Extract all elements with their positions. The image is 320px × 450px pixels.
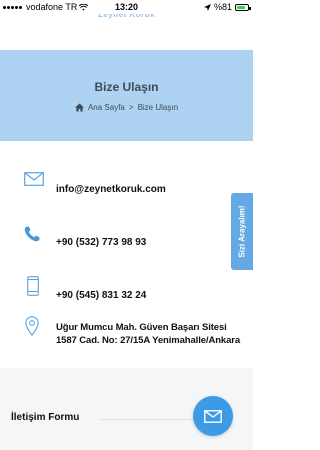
breadcrumb: Ana Sayfa > Bize Ulaşın	[0, 103, 253, 112]
mobile-link[interactable]: +90 (545) 831 32 24	[56, 290, 146, 301]
page-hero: Bize Ulaşın Ana Sayfa > Bize Ulaşın	[0, 50, 253, 141]
status-right: %81	[203, 2, 251, 12]
battery-percent: %81	[213, 2, 232, 12]
home-icon	[74, 103, 84, 112]
page-title: Bize Ulaşın	[94, 80, 159, 94]
address-line-2: 1587 Cad. No: 27/15A Yenimahalle/Ankara	[56, 335, 241, 346]
contact-phone: +90 (532) 773 98 93	[0, 226, 253, 256]
callback-tab-label: Sizi Arayalım!	[237, 205, 247, 258]
map-marker-icon	[25, 316, 39, 336]
contact-address: Uğur Mumcu Mah. Güven Başarı Sitesi 1587…	[0, 316, 253, 356]
mail-icon	[204, 409, 222, 423]
status-bar: vodafone TR 13:20 %81	[0, 0, 253, 14]
envelope-icon	[24, 172, 44, 186]
breadcrumb-home-link[interactable]: Ana Sayfa	[88, 103, 125, 112]
breadcrumb-current: Bize Ulaşın	[137, 103, 179, 112]
address-line-1: Uğur Mumcu Mah. Güven Başarı Sitesi	[56, 322, 227, 333]
divider	[100, 419, 200, 420]
breadcrumb-separator: >	[128, 103, 134, 112]
phone-link[interactable]: +90 (532) 773 98 93	[56, 237, 146, 248]
mobile-phone-icon	[27, 276, 39, 296]
phone-icon	[24, 226, 40, 242]
callback-tab[interactable]: Sizi Arayalım!	[231, 193, 253, 270]
contact-email: info@zeynetkoruk.com	[0, 172, 253, 202]
location-arrow-icon	[203, 3, 211, 11]
battery-level	[237, 5, 246, 9]
email-link[interactable]: info@zeynetkoruk.com	[56, 184, 166, 195]
battery-icon	[235, 3, 251, 11]
contact-form-title: İletişim Formu	[11, 412, 80, 423]
mail-button[interactable]	[193, 396, 233, 436]
contact-mobile: +90 (545) 831 32 24	[0, 276, 253, 308]
